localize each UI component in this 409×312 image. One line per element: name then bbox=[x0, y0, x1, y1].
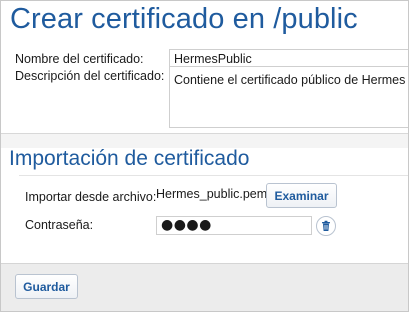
save-button[interactable]: Guardar bbox=[15, 274, 78, 299]
page-title: Crear certificado en /public bbox=[10, 3, 358, 35]
selected-file-name: Hermes_public.pem bbox=[156, 187, 268, 201]
import-from-file-label: Importar desde archivo: bbox=[25, 190, 157, 204]
section-divider bbox=[1, 133, 408, 148]
certificate-details-section: Nombre del certificado: HermesPublic Des… bbox=[1, 42, 408, 134]
certificate-name-label: Nombre del certificado: bbox=[15, 52, 144, 66]
footer-bar: Guardar bbox=[1, 263, 408, 311]
import-section-title: Importación de certificado bbox=[9, 147, 250, 170]
create-certificate-page: Crear certificado en /public Nombre del … bbox=[0, 0, 409, 312]
certificate-description-label: Descripción del certificado: bbox=[15, 69, 165, 83]
password-input[interactable]: ●●●● bbox=[156, 216, 312, 235]
browse-button[interactable]: Examinar bbox=[266, 183, 337, 208]
certificate-import-section: Importar desde archivo: Hermes_public.pe… bbox=[1, 175, 408, 246]
certificate-description-textarea[interactable]: Contiene el certificado público de Herme… bbox=[169, 66, 408, 128]
clear-password-button[interactable] bbox=[316, 216, 336, 236]
trash-icon bbox=[322, 220, 330, 231]
import-panel: Importar desde archivo: Hermes_public.pe… bbox=[19, 175, 408, 246]
password-label: Contraseña: bbox=[25, 218, 94, 232]
